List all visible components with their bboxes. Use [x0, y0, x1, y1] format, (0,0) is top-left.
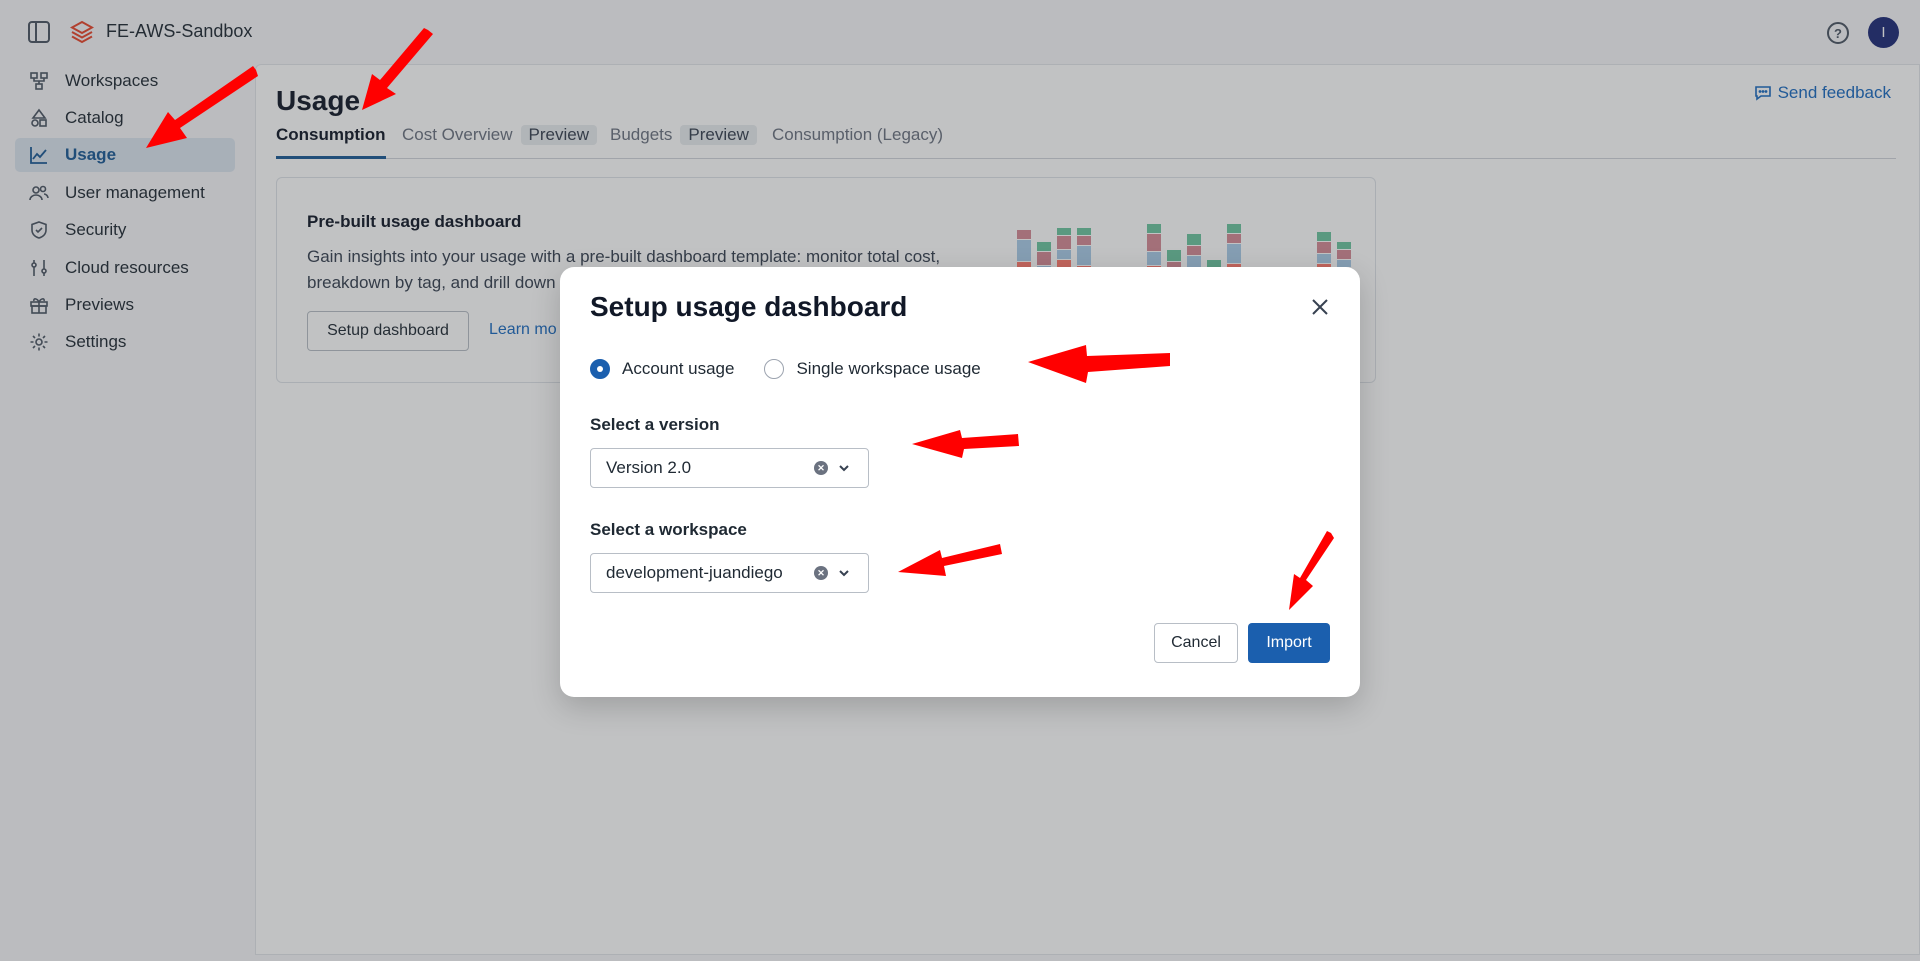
workspace-select[interactable]: development-juandiego ✕ — [590, 553, 869, 593]
app-window: FE-AWS-Sandbox ? I Workspaces Catalog Us… — [0, 0, 1920, 961]
version-select[interactable]: Version 2.0 ✕ — [590, 448, 869, 488]
cancel-button[interactable]: Cancel — [1154, 623, 1238, 663]
version-field-label: Select a version — [590, 415, 720, 434]
radio-account-usage[interactable]: Account usage — [590, 359, 734, 379]
import-button[interactable]: Import — [1248, 623, 1330, 663]
radio-button-checked[interactable] — [590, 359, 610, 379]
chevron-down-icon[interactable] — [838, 462, 850, 474]
radio-button[interactable] — [764, 359, 785, 379]
setup-dashboard-modal: Setup usage dashboard Account usage Sing… — [560, 267, 1360, 697]
workspace-field-label: Select a workspace — [590, 520, 747, 539]
radio-single-workspace-usage[interactable]: Single workspace usage — [764, 359, 981, 379]
chevron-down-icon[interactable] — [838, 567, 850, 579]
version-select-value: Version 2.0 — [606, 458, 692, 477]
clear-selection-icon[interactable]: ✕ — [814, 566, 828, 580]
workspace-select-value: development-juandiego — [606, 563, 783, 582]
clear-selection-icon[interactable]: ✕ — [814, 461, 828, 475]
modal-title: Setup usage dashboard — [590, 291, 908, 322]
close-icon[interactable] — [1308, 295, 1332, 319]
radio-label: Single workspace usage — [796, 359, 981, 378]
usage-type-radio-group: Account usage Single workspace usage — [590, 359, 1011, 379]
radio-label: Account usage — [622, 359, 735, 378]
